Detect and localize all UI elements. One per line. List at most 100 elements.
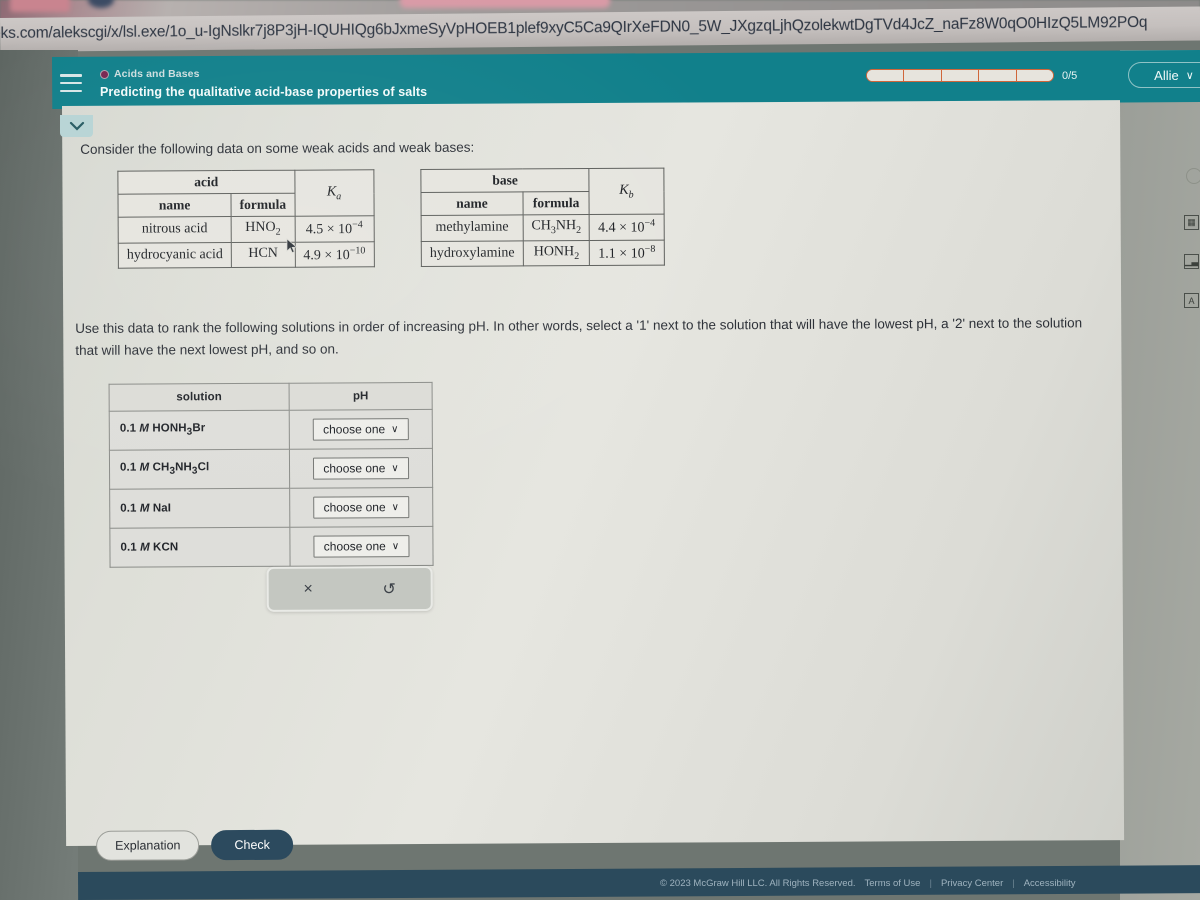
clear-icon[interactable]: × (303, 580, 312, 598)
footer-separator: | (929, 878, 932, 889)
progress-segment (867, 70, 905, 81)
prompt-intro: Consider the following data on some weak… (80, 139, 475, 157)
conc-unit: M (139, 422, 150, 435)
chevron-down-icon: ∨ (391, 501, 399, 513)
base-formula: HONH2 (523, 240, 590, 267)
mouse-cursor-icon (286, 238, 298, 254)
table-row: 0.1 M HONH3Br choose one ∨ (109, 409, 433, 451)
ph-dropdown-2[interactable]: choose one ∨ (312, 457, 410, 480)
conc-unit: M (140, 541, 150, 554)
progress-segment (904, 70, 942, 81)
user-name-label: Allie (1154, 67, 1179, 83)
page-title: Predicting the qualitative acid-base pro… (100, 85, 428, 99)
solution-label: 0.1 M CH3NH3Cl (109, 449, 290, 490)
header-topic: Acids and Bases (100, 68, 200, 80)
formula-main: HCN (248, 245, 278, 262)
edge-circle-icon[interactable] (1186, 168, 1200, 184)
topic-label: Acids and Bases (114, 68, 200, 80)
chevron-down-icon (69, 121, 84, 131)
dropdown-placeholder: choose one (323, 461, 386, 476)
chevron-down-icon: ∨ (391, 462, 399, 474)
ka-coeff: 4.5 × 10 (305, 222, 353, 238)
terms-of-use-link[interactable]: Terms of Use (865, 878, 921, 889)
formula-pre: HONH (533, 244, 575, 260)
periodic-table-icon[interactable]: A (1184, 293, 1199, 308)
acid-col-name: name (117, 193, 232, 218)
base-formula: CH3NH2 (522, 214, 590, 241)
collapse-panel-button[interactable] (60, 115, 93, 137)
acid-ka-header: Ka (294, 169, 374, 217)
kb-subscript: b (628, 189, 634, 201)
explanation-button[interactable]: Explanation (96, 830, 200, 861)
formula-pre: CH (531, 218, 551, 234)
ph-cell: choose one ∨ (289, 409, 433, 450)
bar-chart-icon[interactable]: ▁▃ (1184, 254, 1199, 269)
ph-cell: choose one ∨ (289, 487, 433, 528)
solution-formula: KCN (153, 541, 179, 554)
browser-tab-blob (10, 0, 70, 12)
base-col-formula: formula (522, 191, 590, 215)
formula-sub1: 2 (574, 250, 580, 263)
ph-dropdown-1[interactable]: choose one ∨ (312, 418, 409, 441)
screenshot-root: eks.com/alekscgi/x/lsl.exe/1o_u-IgNslkr7… (0, 0, 1200, 900)
progress-segment (1016, 70, 1053, 81)
formula-main: HNO (245, 220, 276, 236)
user-menu-button[interactable]: Allie ∨ (1128, 62, 1200, 88)
solution-label: 0.1 M HONH3Br (109, 410, 290, 451)
solution-formula: CH3NH3Cl (152, 461, 210, 478)
base-name: methylamine (421, 214, 524, 242)
ka-exponent: −4 (352, 219, 363, 231)
table-row: hydrocyanic acid HCN 4.9 × 10−10 (118, 241, 374, 269)
ph-cell: choose one ∨ (289, 448, 433, 489)
calculator-icon[interactable]: ▦ (1184, 215, 1199, 230)
base-data-table: base Kb name formula methylamine CH3NH2 … (420, 167, 665, 268)
base-kb-value: 1.1 × 10−8 (589, 239, 664, 266)
chevron-down-icon: ∨ (1185, 69, 1194, 82)
progress-indicator: 0/5 (866, 69, 1077, 82)
base-name: hydroxylamine (421, 240, 524, 267)
chevron-down-icon: ∨ (391, 540, 400, 552)
formula-sub: 2 (275, 226, 281, 239)
conc-unit: M (139, 461, 150, 474)
acid-name: nitrous acid (118, 216, 232, 243)
solution-formula: HONH3Br (152, 422, 206, 438)
progress-segment (941, 70, 980, 81)
table-row: 0.1 M CH3NH3Cl choose one ∨ (109, 448, 433, 490)
acid-ka-value: 4.5 × 10−4 (294, 215, 374, 242)
solution-ph-table: solution pH 0.1 M HONH3Br choose one ∨ 0… (108, 381, 434, 568)
ph-cell: choose one ∨ (289, 526, 434, 567)
topic-dot-icon (100, 69, 109, 79)
ka-exponent: −10 (349, 244, 366, 257)
conc-value: 0.1 (120, 502, 137, 515)
ka-symbol: K (326, 184, 337, 200)
progress-count: 0/5 (1062, 69, 1078, 82)
solution-formula: NaI (152, 502, 172, 515)
solution-col-header: solution (109, 383, 290, 412)
table-row: nitrous acid HNO2 4.5 × 10−4 (118, 215, 374, 243)
url-text: eks.com/alekscgi/x/lsl.exe/1o_u-IgNslkr7… (0, 13, 1148, 43)
kb-exponent: −8 (644, 243, 656, 255)
ka-coeff: 4.9 × 10 (303, 247, 350, 263)
solution-label: 0.1 M NaI (109, 488, 290, 529)
conc-value: 0.1 (119, 422, 137, 436)
table-row: hydroxylamine HONH2 1.1 × 10−8 (421, 239, 664, 267)
hamburger-icon[interactable] (60, 74, 82, 92)
undo-icon[interactable]: ↺ (382, 579, 396, 599)
solution-label: 0.1 M KCN (109, 527, 291, 568)
check-button[interactable]: Check (211, 829, 293, 861)
conc-value: 0.1 (119, 461, 137, 475)
browser-tab-highlight (400, 0, 610, 8)
base-group-header: base (420, 168, 590, 193)
dropdown-placeholder: choose one (323, 500, 386, 515)
table-row: 0.1 M NaI choose one ∨ (109, 487, 433, 529)
table-row: methylamine CH3NH2 4.4 × 10−4 (421, 214, 664, 242)
privacy-center-link[interactable]: Privacy Center (941, 878, 1003, 889)
acid-data-table: acid Ka name formula nitrous acid HNO2 4… (117, 169, 375, 270)
ph-dropdown-4[interactable]: choose one ∨ (313, 535, 410, 558)
ph-dropdown-3[interactable]: choose one ∨ (313, 496, 410, 519)
kb-coeff: 1.1 × 10 (598, 246, 645, 262)
dropdown-placeholder: choose one (323, 422, 386, 437)
base-kb-header: Kb (589, 168, 664, 215)
action-buttons: Explanation Check (96, 829, 293, 861)
accessibility-link[interactable]: Accessibility (1024, 878, 1076, 889)
